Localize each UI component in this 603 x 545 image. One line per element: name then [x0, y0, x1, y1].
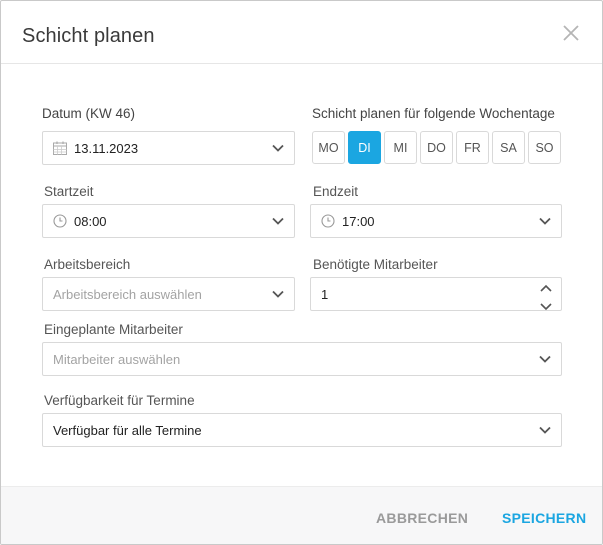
chevron-down-icon[interactable]: [540, 299, 552, 314]
availability-select[interactable]: Verfügbar für alle Termine: [42, 413, 562, 447]
chevron-down-icon: [271, 214, 285, 228]
weekday-di[interactable]: DI: [348, 131, 381, 164]
planned-staff-select[interactable]: Mitarbeiter auswählen: [42, 342, 562, 376]
end-time-value: 17:00: [342, 213, 375, 229]
end-time-label: Endzeit: [313, 184, 359, 199]
start-time-value: 08:00: [74, 213, 107, 229]
required-staff-label: Benötigte Mitarbeiter: [313, 257, 438, 272]
weekday-do[interactable]: DO: [420, 131, 453, 164]
weekday-fr[interactable]: FR: [456, 131, 489, 164]
start-time-select[interactable]: 08:00: [42, 204, 295, 238]
planned-staff-label: Eingeplante Mitarbeiter: [44, 322, 183, 337]
planned-staff-placeholder: Mitarbeiter auswählen: [53, 351, 181, 367]
dialog-header: Schicht planen: [1, 1, 602, 64]
date-label: Datum (KW 46): [42, 106, 136, 121]
chevron-down-icon: [538, 214, 552, 228]
calendar-icon: [52, 140, 68, 156]
chevron-down-icon: [271, 287, 285, 301]
chevron-down-icon: [538, 352, 552, 366]
dialog-title: Schicht planen: [22, 25, 155, 47]
number-stepper: [540, 281, 552, 314]
availability-value: Verfügbar für alle Termine: [53, 422, 202, 438]
required-staff-input[interactable]: 1: [310, 277, 562, 311]
weekday-mi[interactable]: MI: [384, 131, 417, 164]
chevron-down-icon: [271, 141, 285, 155]
clock-icon: [320, 213, 336, 229]
availability-label: Verfügbarkeit für Termine: [44, 393, 195, 408]
weekday-sa[interactable]: SA: [492, 131, 525, 164]
date-value: 13.11.2023: [74, 140, 139, 156]
weekday-selector: MO DI MI DO FR SA SO: [312, 131, 561, 164]
save-button[interactable]: SPEICHERN: [502, 510, 586, 526]
weekday-so[interactable]: SO: [528, 131, 561, 164]
work-area-placeholder: Arbeitsbereich auswählen: [53, 286, 202, 302]
chevron-up-icon[interactable]: [540, 281, 552, 296]
work-area-select[interactable]: Arbeitsbereich auswählen: [42, 277, 295, 311]
end-time-select[interactable]: 17:00: [310, 204, 562, 238]
shift-planning-dialog: Schicht planen Datum (KW 46) 13.11.2023 …: [0, 0, 603, 545]
weekday-mo[interactable]: MO: [312, 131, 345, 164]
clock-icon: [52, 213, 68, 229]
start-time-label: Startzeit: [44, 184, 94, 199]
dialog-footer: ABBRECHEN SPEICHERN: [1, 486, 602, 544]
work-area-label: Arbeitsbereich: [44, 257, 131, 272]
close-icon[interactable]: [561, 23, 581, 43]
date-picker[interactable]: 13.11.2023: [42, 131, 295, 165]
weekdays-label: Schicht planen für folgende Wochentage: [312, 106, 555, 121]
required-staff-value: 1: [321, 286, 329, 302]
chevron-down-icon: [538, 423, 552, 437]
cancel-button[interactable]: ABBRECHEN: [376, 510, 468, 526]
